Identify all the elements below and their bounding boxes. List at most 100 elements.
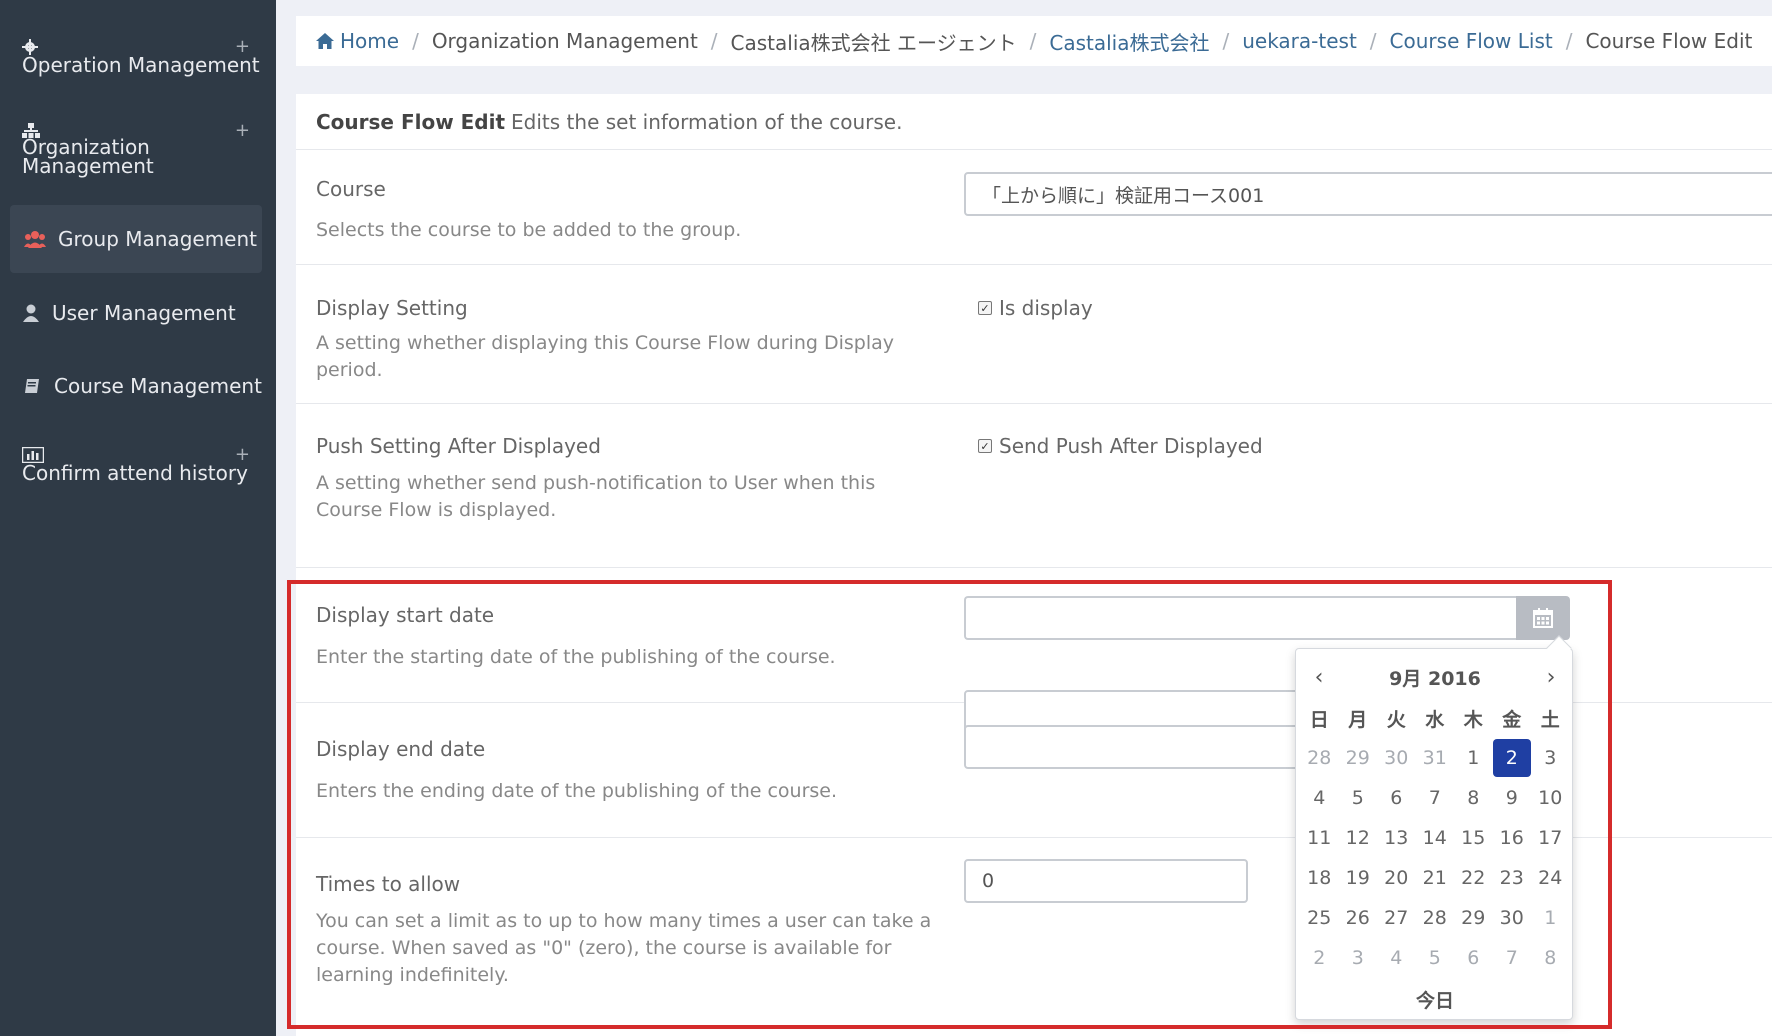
- day-cell[interactable]: 26: [1339, 899, 1378, 937]
- course-row: Course Selects the course to be added to…: [296, 151, 1772, 265]
- weekday-label: 土: [1540, 708, 1560, 731]
- book-icon: [24, 378, 40, 394]
- day-cell[interactable]: 7: [1493, 939, 1532, 977]
- breadcrumb-separator: /: [412, 29, 419, 53]
- breadcrumb-course-flow-list[interactable]: Course Flow List: [1390, 29, 1553, 53]
- day-cell[interactable]: 28: [1300, 739, 1339, 777]
- sidebar-item-label: Confirm attend history: [22, 461, 248, 485]
- sidebar-item-organization-management[interactable]: + Organization Management: [10, 120, 262, 180]
- course-help: Selects the course to be added to the gr…: [316, 219, 742, 241]
- sidebar-item-label: Group Management: [58, 227, 257, 251]
- week-row: 11 12 13 14 15 16 17: [1300, 819, 1570, 859]
- day-cell[interactable]: 29: [1454, 899, 1493, 937]
- today-button[interactable]: 今日: [1296, 986, 1574, 1013]
- sidebar-item-label: Operation Management: [22, 53, 260, 77]
- sidebar-item-course-management[interactable]: Course Management: [10, 370, 262, 402]
- times-to-allow-input[interactable]: 0: [964, 859, 1248, 903]
- day-cell[interactable]: 1: [1531, 899, 1570, 937]
- home-icon: [316, 33, 334, 49]
- day-cell[interactable]: 6: [1454, 939, 1493, 977]
- day-cell[interactable]: 17: [1531, 819, 1570, 857]
- start-date-text-box[interactable]: [964, 596, 1520, 640]
- week-row: 18 19 20 21 22 23 24: [1300, 859, 1570, 899]
- weekday-label: 木: [1463, 708, 1483, 731]
- breadcrumb: Home / Organization Management / Castali…: [296, 16, 1772, 66]
- is-display-checkbox[interactable]: ✓: [978, 301, 992, 315]
- is-display-option: ✓ Is display: [978, 296, 1093, 320]
- day-cell[interactable]: 30: [1377, 739, 1416, 777]
- day-cell[interactable]: 13: [1377, 819, 1416, 857]
- push-setting-help: A setting whether send push-notification…: [316, 472, 876, 521]
- datepicker: ‹ 9月 2016 › 日 月 火 水 木 金 土 28 29 30 31 1 …: [1295, 635, 1574, 1020]
- day-cell[interactable]: 4: [1300, 779, 1339, 817]
- day-cell[interactable]: 8: [1531, 939, 1570, 977]
- day-cell[interactable]: 6: [1377, 779, 1416, 817]
- calendar-button[interactable]: [1516, 596, 1570, 640]
- week-row: 2 3 4 5 6 7 8: [1300, 939, 1570, 979]
- breadcrumb-current-page: Course Flow Edit: [1585, 29, 1753, 53]
- sidebar: + Operation Management + Organization Ma…: [0, 0, 276, 1036]
- day-cell[interactable]: 30: [1493, 899, 1532, 937]
- day-cell[interactable]: 27: [1377, 899, 1416, 937]
- day-cell[interactable]: 25: [1300, 899, 1339, 937]
- day-cell[interactable]: 7: [1416, 779, 1455, 817]
- breadcrumb-organization-management: Organization Management: [431, 29, 698, 53]
- day-cell[interactable]: 22: [1454, 859, 1493, 897]
- day-cell[interactable]: 8: [1454, 779, 1493, 817]
- weekday-label: 月: [1348, 708, 1368, 731]
- day-cell[interactable]: 15: [1454, 819, 1493, 857]
- prev-month-button[interactable]: ‹: [1296, 665, 1342, 690]
- day-cell[interactable]: 5: [1339, 779, 1378, 817]
- push-setting-label: Push Setting After Displayed: [316, 434, 601, 458]
- day-cell[interactable]: 18: [1300, 859, 1339, 897]
- selected-day-cell[interactable]: 2: [1492, 739, 1531, 777]
- day-cell[interactable]: 11: [1300, 819, 1339, 857]
- day-cell[interactable]: 21: [1416, 859, 1455, 897]
- day-cell[interactable]: 1: [1454, 739, 1493, 777]
- sidebar-item-label: Course Management: [54, 374, 262, 398]
- week-row: 4 5 6 7 8 9 10: [1300, 779, 1570, 819]
- week-row: 28 29 30 31 1 2 3: [1300, 739, 1570, 779]
- page-subtitle: Edits the set information of the course.: [511, 109, 903, 134]
- day-cell[interactable]: 3: [1339, 939, 1378, 977]
- day-cell[interactable]: 10: [1531, 779, 1570, 817]
- breadcrumb-label: Home: [340, 29, 400, 53]
- day-cell[interactable]: 2: [1300, 939, 1339, 977]
- day-cell[interactable]: 5: [1416, 939, 1455, 977]
- day-cell[interactable]: 19: [1339, 859, 1378, 897]
- page-title: Course Flow Edit: [316, 109, 506, 134]
- display-setting-help: A setting whether displaying this Course…: [316, 332, 894, 381]
- next-month-button[interactable]: ›: [1528, 665, 1574, 690]
- breadcrumb-separator: /: [1029, 29, 1037, 53]
- breadcrumb-group[interactable]: uekara-test: [1242, 29, 1357, 53]
- day-cell[interactable]: 31: [1416, 739, 1455, 777]
- weekday-label: 水: [1425, 708, 1445, 731]
- day-cell[interactable]: 9: [1493, 779, 1532, 817]
- day-cell[interactable]: 20: [1377, 859, 1416, 897]
- week-row: 25 26 27 28 29 30 1: [1300, 899, 1570, 939]
- day-cell[interactable]: 29: [1339, 739, 1378, 777]
- sidebar-item-confirm-attend-history[interactable]: + Confirm attend history: [10, 444, 262, 488]
- end-date-help: Enters the ending date of the publishing…: [316, 780, 838, 802]
- sidebar-item-group-management[interactable]: Group Management: [10, 205, 262, 273]
- breadcrumb-organization[interactable]: Castalia株式会社: [1049, 27, 1209, 56]
- expand-plus-icon[interactable]: +: [235, 120, 250, 141]
- breadcrumb-home[interactable]: Home: [316, 29, 399, 53]
- day-cell[interactable]: 14: [1416, 819, 1455, 857]
- is-display-label: Is display: [999, 296, 1093, 320]
- start-date-help: Enter the starting date of the publishin…: [316, 646, 836, 668]
- day-cell[interactable]: 4: [1377, 939, 1416, 977]
- users-icon: [24, 230, 46, 248]
- sidebar-item-user-management[interactable]: User Management: [10, 297, 262, 329]
- day-cell[interactable]: 12: [1339, 819, 1378, 857]
- datepicker-month-title[interactable]: 9月 2016: [1342, 664, 1528, 691]
- day-cell[interactable]: 23: [1493, 859, 1532, 897]
- day-cell[interactable]: 28: [1416, 899, 1455, 937]
- user-icon: [23, 304, 39, 322]
- day-cell[interactable]: 16: [1493, 819, 1532, 857]
- course-select[interactable]: 「上から順に」検証用コース001: [964, 172, 1772, 216]
- day-cell[interactable]: 24: [1531, 859, 1570, 897]
- day-cell[interactable]: 3: [1531, 739, 1570, 777]
- send-push-checkbox[interactable]: ✓: [978, 439, 992, 453]
- sidebar-item-operation-management[interactable]: + Operation Management: [10, 36, 262, 80]
